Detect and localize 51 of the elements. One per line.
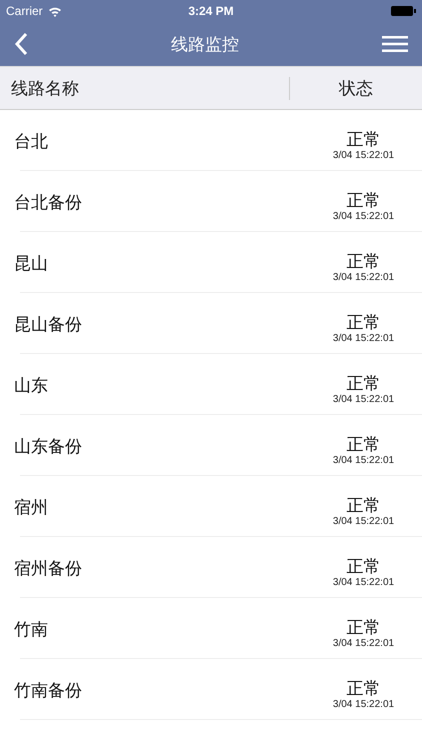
menu-icon	[382, 36, 408, 52]
update-time: 3/04 15:22:01	[332, 394, 394, 405]
route-status: 正常	[346, 557, 380, 577]
route-status: 正常	[346, 191, 380, 211]
route-status: 正常	[346, 679, 380, 699]
update-time: 3/04 15:22:01	[332, 516, 394, 527]
route-name: 昆山	[14, 253, 48, 275]
route-name: 宿州备份	[14, 558, 82, 580]
route-status: 正常	[346, 618, 380, 638]
update-time: 3/04 15:22:01	[332, 150, 394, 161]
update-time: 3/04 15:22:01	[332, 333, 394, 344]
route-row[interactable]: 昆山 正常 3/04 15:22:01	[0, 232, 422, 292]
route-row[interactable]: 宿州 正常 3/04 15:22:01	[0, 476, 422, 536]
clock-time: 3:24 PM	[187, 4, 235, 18]
route-row[interactable]: 宿州备份 正常 3/04 15:22:01	[0, 537, 422, 597]
column-header: 状态	[289, 76, 422, 100]
route-status: 正常	[346, 313, 380, 333]
route-name: 台北备份	[14, 192, 82, 214]
route-row[interactable]: 竹南 正常 3/04 15:22:01	[0, 598, 422, 658]
nav-title: 线路监控	[171, 34, 239, 56]
battery-icon	[391, 6, 416, 16]
menu-button[interactable]	[382, 36, 408, 52]
column-header: 线路名称	[10, 78, 80, 100]
route-name: 竹南	[14, 619, 48, 641]
route-row[interactable]: 台北备份 正常 3/04 15:22:01	[0, 171, 422, 231]
route-name: 宿州	[14, 497, 48, 519]
update-time: 3/04 15:22:01	[332, 638, 394, 649]
route-name: 昆山备份	[14, 314, 82, 336]
carrier-name: Carrier	[6, 4, 43, 18]
wifi-icon	[48, 6, 62, 16]
route-status: 正常	[346, 374, 380, 394]
route-row[interactable]: 竹南备份 正常 3/04 15:22:01	[0, 659, 422, 719]
route-row[interactable]: 台北 正常 3/04 15:22:01	[0, 110, 422, 170]
update-time: 3/04 15:22:01	[332, 455, 394, 466]
update-time: 3/04 15:22:01	[332, 577, 394, 588]
route-status: 正常	[346, 130, 380, 150]
update-time: 3/04 15:22:01	[332, 699, 394, 710]
route-status: 正常	[346, 252, 380, 272]
route-name: 竹南备份	[14, 680, 82, 702]
route-name: 台北	[14, 131, 48, 153]
update-time: 3/04 15:22:01	[332, 211, 394, 222]
chevron-left-icon	[14, 32, 28, 56]
route-name: 山东备份	[14, 436, 82, 458]
route-row[interactable]: 山东 正常 3/04 15:22:01	[0, 354, 422, 414]
update-time: 3/04 15:22:01	[332, 272, 394, 283]
route-name: 山东	[14, 375, 48, 397]
route-row[interactable]: 山东备份 正常 3/04 15:22:01	[0, 415, 422, 475]
route-status: 正常	[346, 496, 380, 516]
route-status: 正常	[346, 435, 380, 455]
back-button[interactable]	[14, 32, 28, 56]
route-row[interactable]: 昆山备份 正常 3/04 15:22:01	[0, 293, 422, 353]
